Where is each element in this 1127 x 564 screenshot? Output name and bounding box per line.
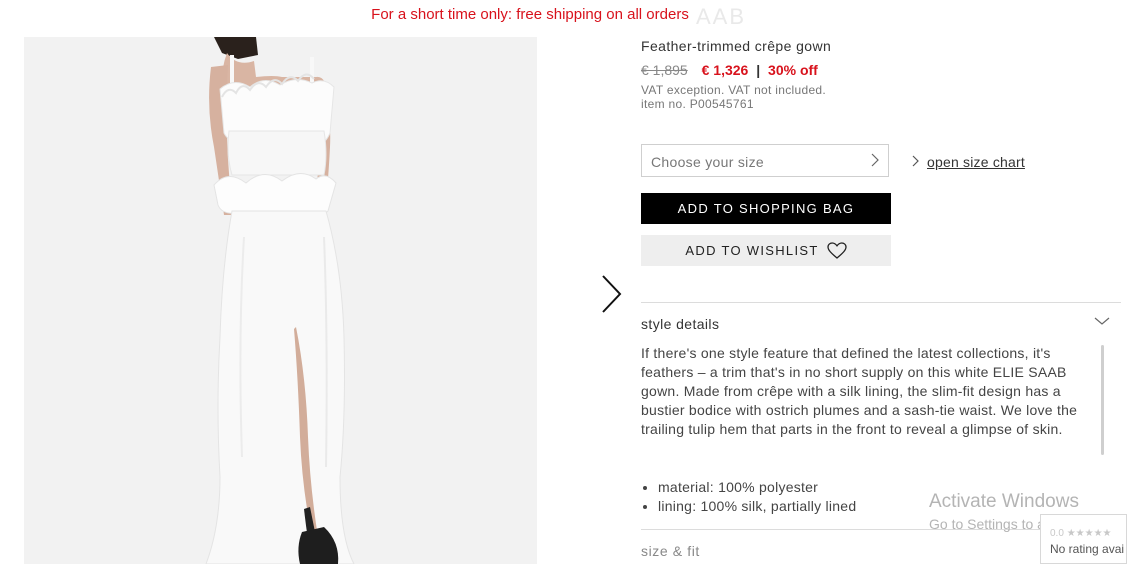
list-item: material: 100% polyester: [658, 478, 856, 497]
style-details-header[interactable]: style details: [641, 316, 719, 332]
promo-banner: For a short time only: free shipping on …: [371, 6, 689, 23]
chevron-right-icon: [871, 153, 879, 167]
item-number: item no. P00545761: [641, 97, 754, 111]
original-price: € 1,895: [641, 62, 688, 78]
size-chart-label[interactable]: open size chart: [927, 154, 1025, 170]
price-separator: |: [756, 62, 761, 78]
add-to-wishlist-button[interactable]: ADD TO WISHLIST: [641, 235, 891, 266]
chevron-right-icon: [912, 155, 919, 167]
chevron-right-icon[interactable]: [598, 274, 624, 314]
style-details-description: If there's one style feature that define…: [641, 345, 1078, 437]
product-title: Feather-trimmed crêpe gown: [641, 38, 832, 54]
divider: [641, 302, 1121, 303]
scrollbar[interactable]: [1101, 345, 1104, 455]
size-select-placeholder: Choose your size: [651, 154, 764, 170]
rating-stars: 0.0 ★★★★★: [1050, 528, 1112, 539]
discount-badge: 30% off: [768, 62, 818, 78]
size-fit-header[interactable]: size & fit: [641, 543, 700, 559]
size-select[interactable]: Choose your size: [641, 144, 889, 177]
heart-icon: [826, 241, 847, 259]
price-row: € 1,895 € 1,326 | 30% off: [641, 62, 818, 78]
rating-score: 0.0: [1050, 528, 1064, 539]
add-to-wishlist-label: ADD TO WISHLIST: [685, 243, 819, 258]
activation-watermark-title: Activate Windows: [929, 491, 1079, 512]
add-to-bag-label: ADD TO SHOPPING BAG: [677, 201, 855, 216]
rating-label: No rating avai: [1050, 542, 1125, 556]
product-image[interactable]: [24, 37, 537, 564]
rating-widget[interactable]: 0.0 ★★★★★ No rating avai: [1040, 514, 1127, 564]
star-icons: ★★★★★: [1066, 528, 1112, 539]
chevron-down-icon[interactable]: [1094, 316, 1110, 326]
list-item: lining: 100% silk, partially lined: [658, 497, 856, 516]
add-to-bag-button[interactable]: ADD TO SHOPPING BAG: [641, 193, 891, 224]
material-list: material: 100% polyester lining: 100% si…: [641, 478, 856, 516]
gown-photo: [205, 37, 355, 564]
sale-price: € 1,326: [701, 62, 749, 78]
vat-note: VAT exception. VAT not included.: [641, 83, 827, 97]
